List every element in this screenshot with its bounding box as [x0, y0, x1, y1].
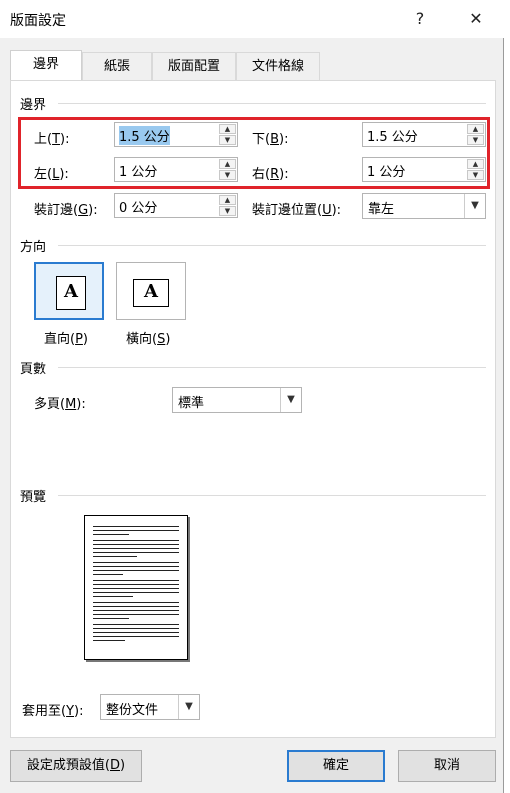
- cancel-button[interactable]: 取消: [398, 750, 496, 782]
- spin-up-icon: ▲: [219, 195, 236, 205]
- gutter-label: 裝訂邊(G):: [34, 203, 98, 218]
- ok-button[interactable]: 確定: [287, 750, 385, 782]
- margins-heading: 邊界: [20, 98, 47, 113]
- gutter-position-value: 靠左: [368, 202, 395, 217]
- chevron-down-icon: ▼: [178, 695, 199, 719]
- tab-paper[interactable]: 紙張: [82, 52, 152, 80]
- tab-margins[interactable]: 邊界: [10, 50, 82, 80]
- gutter-field[interactable]: 0 公分 ▲ ▼: [114, 193, 238, 218]
- portrait-label[interactable]: 直向(P): [44, 328, 88, 347]
- orientation-separator: [58, 245, 486, 246]
- apply-to-value: 整份文件: [106, 703, 159, 718]
- multiple-pages-value: 標準: [178, 396, 205, 411]
- preview-separator: [58, 495, 486, 496]
- multiple-pages-select[interactable]: 標準 ▼: [172, 387, 302, 413]
- highlight-box: [18, 117, 490, 189]
- title-bar: 版面設定 ? ✕: [0, 0, 504, 38]
- portrait-page-icon: A: [56, 276, 86, 310]
- pages-separator: [58, 367, 486, 368]
- gutter-spinner[interactable]: ▲ ▼: [219, 195, 236, 216]
- multiple-pages-label: 多頁(M):: [34, 397, 86, 412]
- chevron-down-icon: ▼: [280, 388, 301, 412]
- apply-to-select[interactable]: 整份文件 ▼: [100, 694, 200, 720]
- pages-heading: 頁數: [20, 362, 47, 377]
- landscape-option[interactable]: A: [116, 262, 186, 320]
- gutter-value: 0 公分: [119, 201, 158, 216]
- gutter-position-label: 裝訂邊位置(U):: [252, 203, 342, 218]
- page-preview: [84, 515, 188, 660]
- margins-separator: [58, 103, 486, 104]
- landscape-label[interactable]: 橫向(S): [126, 328, 170, 347]
- chevron-down-icon: ▼: [464, 194, 485, 218]
- tab-layout[interactable]: 版面配置: [152, 52, 236, 80]
- apply-to-label: 套用至(Y):: [22, 704, 84, 719]
- preview-heading: 預覽: [20, 490, 47, 505]
- help-button[interactable]: ?: [400, 4, 440, 34]
- gutter-position-select[interactable]: 靠左 ▼: [362, 193, 486, 219]
- close-button[interactable]: ✕: [456, 4, 496, 34]
- orientation-heading: 方向: [20, 240, 47, 255]
- landscape-page-icon: A: [133, 279, 169, 307]
- set-as-default-button[interactable]: 設定成預設值(D): [10, 750, 142, 782]
- spin-down-icon: ▼: [219, 206, 236, 216]
- tab-document-grid[interactable]: 文件格線: [236, 52, 320, 80]
- window-title: 版面設定: [10, 13, 66, 29]
- portrait-option[interactable]: A: [34, 262, 104, 320]
